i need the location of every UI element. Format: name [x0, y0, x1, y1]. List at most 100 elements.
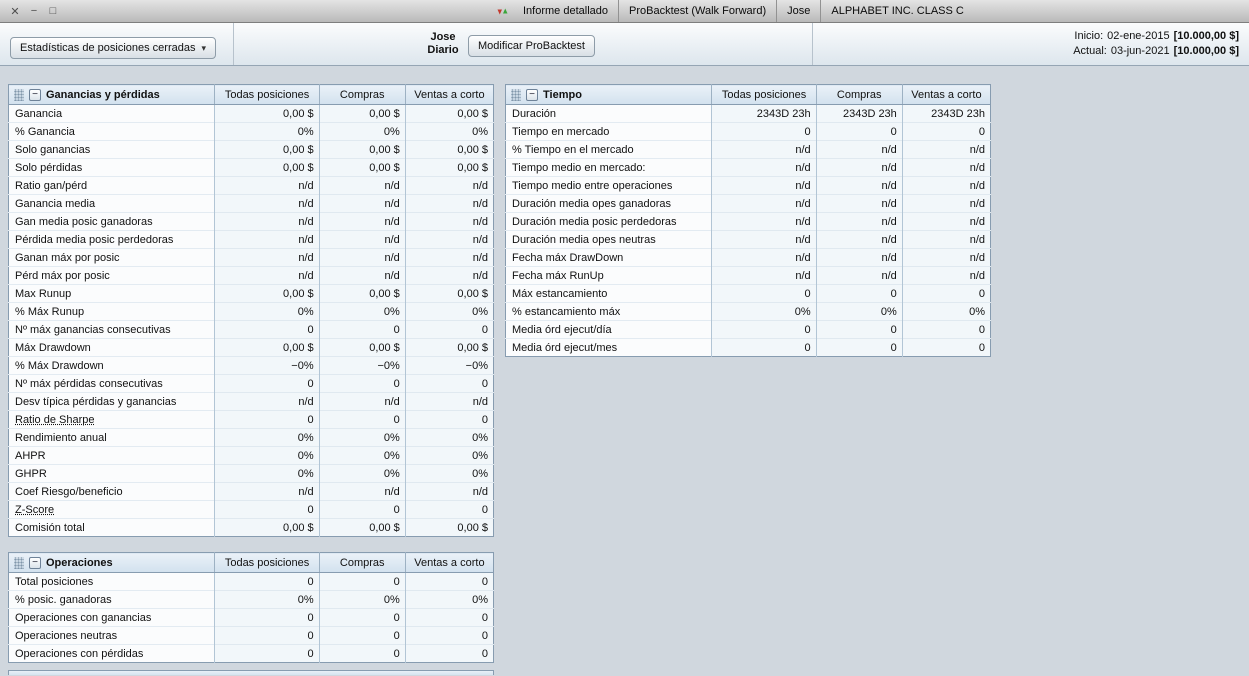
stat-value: n/d	[318, 248, 406, 267]
stat-value: n/d	[711, 230, 817, 249]
stat-value: 0,00 $	[214, 158, 320, 177]
stat-value: 0	[214, 500, 320, 519]
report-icon	[494, 0, 513, 22]
minimize-button[interactable]: −	[28, 5, 40, 18]
stat-value: n/d	[214, 212, 320, 231]
stat-value: −0%	[214, 356, 320, 375]
table-row: Ganancia media n/d n/d n/d	[8, 194, 494, 213]
stat-value: n/d	[901, 176, 991, 195]
stat-value: n/d	[404, 482, 494, 501]
stat-value: n/d	[318, 230, 406, 249]
stat-value: 0	[711, 122, 817, 141]
stat-label: Máx Drawdown	[8, 338, 215, 357]
drag-handle-icon[interactable]	[14, 556, 24, 569]
inicio-date: 02-ene-2015	[1107, 30, 1170, 42]
stat-value: n/d	[318, 176, 406, 195]
maximize-button[interactable]: □	[47, 5, 59, 18]
stat-label: Operaciones con ganancias	[8, 608, 215, 627]
title-user-name: Jose	[776, 0, 820, 22]
stat-value: n/d	[214, 266, 320, 285]
column-header: Todas posiciones	[214, 552, 320, 573]
stat-value: n/d	[901, 194, 991, 213]
stat-value: n/d	[901, 230, 991, 249]
stat-value: 0	[901, 338, 991, 357]
stat-value: 0	[901, 122, 991, 141]
toolbar: Estadísticas de posiciones cerradas ▾ Jo…	[0, 23, 1249, 66]
stat-value: 0%	[404, 302, 494, 321]
stat-value: n/d	[901, 212, 991, 231]
stat-value: 0%	[318, 428, 406, 447]
stat-value: 0	[214, 410, 320, 429]
stat-value: 0,00 $	[318, 518, 406, 537]
stat-value: n/d	[711, 176, 817, 195]
stat-label: Nº máx pérdidas consecutivas	[8, 374, 215, 393]
stat-value: 0,00 $	[214, 338, 320, 357]
stat-link[interactable]: Z-Score	[8, 500, 215, 519]
stat-value: 0	[815, 284, 903, 303]
table-row: Máx Drawdown 0,00 $0,00 $0,00 $	[8, 338, 494, 357]
stat-value: n/d	[318, 482, 406, 501]
stat-link[interactable]: Ratio de Sharpe	[8, 410, 215, 429]
close-button[interactable]: ✕	[9, 5, 21, 18]
capital-range: Inicio: 02-ene-2015 [10.000,00 $] Actual: 0…	[1073, 29, 1239, 59]
stat-label: % Máx Drawdown	[8, 356, 215, 375]
actual-amount: [10.000,00 $]	[1173, 45, 1239, 57]
stat-value: 0%	[214, 464, 320, 483]
stats-scope-dropdown[interactable]: Estadísticas de posiciones cerradas ▾	[10, 37, 217, 59]
stat-value: n/d	[404, 212, 494, 231]
stat-value: 0	[815, 338, 903, 357]
stat-value: n/d	[711, 248, 817, 267]
stat-value: 0,00 $	[318, 158, 406, 177]
stat-value: 0,00 $	[404, 158, 494, 177]
stat-value: 0,00 $	[214, 284, 320, 303]
stat-label: Media órd ejecut/día	[505, 320, 712, 339]
stat-label: Máx estancamiento	[505, 284, 712, 303]
panel-title: Tiempo	[543, 88, 582, 101]
panel-header: − Operaciones	[8, 552, 215, 573]
modify-probacktest-button[interactable]: Modificar ProBacktest	[468, 35, 595, 57]
stat-value: n/d	[404, 194, 494, 213]
stat-value: 0%	[404, 590, 494, 609]
stat-value: n/d	[901, 248, 991, 267]
stat-label: Gan media posic ganadoras	[8, 212, 215, 231]
table-row: % Ganancia 0% 0% 0%	[8, 122, 494, 141]
title-backtest-name: ProBacktest (Walk Forward)	[618, 0, 776, 22]
stat-value: n/d	[318, 266, 406, 285]
stat-value: n/d	[214, 482, 320, 501]
stat-value: 0	[214, 608, 320, 627]
stat-value: n/d	[815, 212, 903, 231]
toolbar-divider	[812, 23, 813, 65]
drag-handle-icon[interactable]	[511, 88, 521, 101]
stat-value: 0	[404, 644, 494, 663]
stat-label: Duración	[505, 104, 712, 123]
table-row: Ratio gan/pérd n/d n/d n/d	[8, 176, 494, 195]
collapse-button[interactable]: −	[29, 556, 41, 569]
panel-title: Ganancias y pérdidas	[46, 88, 160, 101]
stat-value: 0	[214, 644, 320, 663]
stat-label: Media órd ejecut/mes	[505, 338, 712, 357]
stat-label: Comisión total	[8, 518, 215, 537]
stat-value: 2343D 23h	[711, 104, 817, 123]
stat-value: 0	[214, 374, 320, 393]
table-row: Desv típica pérdidas y ganancias n/d n/d n/…	[8, 392, 494, 411]
column-header: Todas posiciones	[711, 84, 817, 105]
stat-label: Duración media posic perdedoras	[505, 212, 712, 231]
stat-label: Operaciones neutras	[8, 626, 215, 645]
stat-value: n/d	[318, 392, 406, 411]
stat-value: 0,00 $	[318, 284, 406, 303]
table-row: Comisión total 0,00 $0,00 $0,00 $	[8, 518, 494, 537]
panel-tiempo: − Tiempo Todas posiciones Compras Ventas a c…	[505, 84, 991, 357]
stat-label: % Ganancia	[8, 122, 215, 141]
stat-value: 0	[711, 338, 817, 357]
window-title: Informe detallado ProBacktest (Walk Forw…	[494, 0, 974, 22]
stat-label: GHPR	[8, 464, 215, 483]
stat-value: 0%	[214, 302, 320, 321]
collapse-button[interactable]: −	[29, 88, 41, 101]
table-row: Rendimiento anual 0% 0% 0%	[8, 428, 494, 447]
stat-label: Nº máx ganancias consecutivas	[8, 320, 215, 339]
table-row: Solo pérdidas 0,00 $0,00 $0,00 $	[8, 158, 494, 177]
timeframe-label: Diario	[427, 44, 459, 56]
collapse-button[interactable]: −	[526, 88, 538, 101]
table-row: Fecha máx RunUp n/d n/d n/d	[505, 266, 991, 285]
drag-handle-icon[interactable]	[14, 88, 24, 101]
